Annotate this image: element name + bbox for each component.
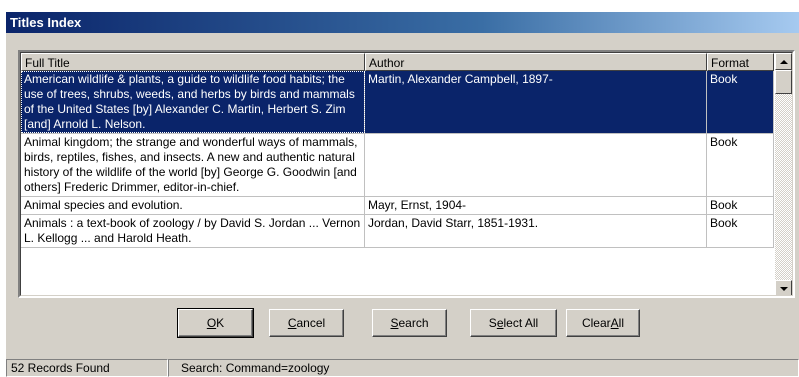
cell-format: Book [707, 71, 774, 133]
arrow-up-icon [779, 59, 788, 64]
status-record-count: 52 Records Found [6, 359, 168, 377]
vertical-scrollbar[interactable] [775, 53, 792, 296]
cell-format: Book [707, 197, 774, 214]
select-all-button[interactable]: Se lect All [470, 309, 557, 337]
window-title: Titles Index [6, 12, 799, 33]
column-header-author[interactable]: Author [365, 53, 707, 71]
cell-full-title: Animal kingdom; the strange and wonderfu… [21, 134, 365, 196]
cell-author [365, 134, 707, 196]
table-row[interactable]: Animal species and evolution. Mayr, Erns… [21, 197, 774, 215]
titles-index-window: Titles Index Full Title Author Format Am… [6, 12, 799, 377]
status-search-command: Search: Command=zoology [168, 359, 799, 377]
cell-format: Book [707, 134, 774, 196]
cell-full-title: American wildlife & plants, a guide to w… [21, 71, 365, 133]
cell-full-title: Animals : a text-book of zoology / by Da… [21, 215, 365, 247]
table-row[interactable]: American wildlife & plants, a guide to w… [21, 71, 774, 134]
cell-format: Book [707, 215, 774, 247]
scroll-thumb[interactable] [775, 70, 792, 94]
scroll-up-button[interactable] [775, 53, 792, 70]
cell-author: Martin, Alexander Campbell, 1897- [365, 71, 707, 133]
ok-button[interactable]: OK [177, 308, 254, 338]
clear-all-button[interactable]: Clear All [566, 309, 640, 337]
cancel-button[interactable]: Cancel [269, 309, 344, 337]
table-row[interactable]: Animals : a text-book of zoology / by Da… [21, 215, 774, 248]
status-bar: 52 Records Found Search: Command=zoology [6, 359, 799, 377]
scroll-down-button[interactable] [775, 280, 792, 296]
cell-author: Jordan, David Starr, 1851-1931. [365, 215, 707, 247]
table-row[interactable]: Animal kingdom; the strange and wonderfu… [21, 134, 774, 197]
column-header-full-title[interactable]: Full Title [21, 53, 365, 71]
column-header-format[interactable]: Format [707, 53, 774, 71]
search-button[interactable]: Search [372, 309, 447, 337]
list-rows: American wildlife & plants, a guide to w… [21, 71, 774, 296]
list-header: Full Title Author Format [21, 53, 774, 71]
titles-list[interactable]: Full Title Author Format American wildli… [18, 50, 795, 298]
arrow-down-icon [779, 286, 788, 291]
cell-author: Mayr, Ernst, 1904- [365, 197, 707, 214]
cell-full-title: Animal species and evolution. [21, 197, 365, 214]
